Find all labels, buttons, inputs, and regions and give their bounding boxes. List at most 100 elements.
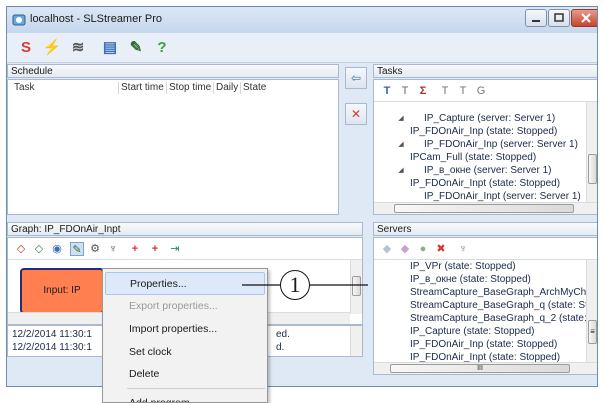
tree-item[interactable]: IP_FDOnAir_Inp (state: Stopped) <box>410 125 557 138</box>
tasks-header: Tasks <box>373 64 597 78</box>
antenna-icon[interactable]: ♆ <box>456 242 470 256</box>
maximize-button[interactable] <box>548 9 570 27</box>
text-g-icon[interactable]: T <box>438 84 452 98</box>
servers-panel: ◆ ◆ ● ✖ ♆ IP_VPr (state: Stopped) IP_в_о… <box>373 237 597 375</box>
menu-item-properties[interactable]: Properties... <box>105 272 265 295</box>
main-window: localhost - SLStreamer Pro S ⚡ ≋ ▤ ✎ ? S… <box>6 6 598 387</box>
column-divider <box>166 82 167 94</box>
tasks-vertical-scrollbar[interactable] <box>586 102 597 202</box>
server-item[interactable]: IP_FDOnAir_Inp (state: Stopped) <box>410 338 557 351</box>
context-menu: Properties... Export properties... Impor… <box>102 268 268 403</box>
delete-icon[interactable]: ✖ <box>434 242 448 256</box>
server-item[interactable]: StreamCapture_BaseGraph_ArchMyChanr <box>410 286 597 299</box>
scroll-thumb[interactable] <box>588 154 597 184</box>
column-divider <box>118 82 119 94</box>
servers-horizontal-scrollbar[interactable]: III <box>374 362 597 374</box>
wrench-icon[interactable]: ⚙ <box>88 242 102 256</box>
s-logo-icon[interactable]: S <box>15 37 37 59</box>
text-small-icon[interactable]: T <box>398 84 412 98</box>
move-left-button[interactable]: ⇦ <box>345 67 367 89</box>
log-time: 12/2/2014 11:30:1 <box>12 342 92 353</box>
tasks-panel: T T Σ T T G IP_Capture (server: Server 1… <box>373 79 597 215</box>
log-vertical-scrollbar[interactable] <box>350 326 362 356</box>
scroll-thumb[interactable]: ≡ <box>588 320 597 344</box>
menu-item-add-program[interactable]: Add program... <box>105 392 265 402</box>
close-button[interactable] <box>571 9 597 27</box>
window-title: localhost - SLStreamer Pro <box>30 13 163 25</box>
graph-node-input[interactable]: Input: IP <box>20 268 104 314</box>
diamond-icon[interactable]: ◇ <box>14 242 28 256</box>
lightning-icon[interactable]: ⚡ <box>41 37 63 59</box>
help-icon[interactable]: ? <box>151 37 173 59</box>
column-start-time[interactable]: Start time <box>121 82 164 93</box>
wave-icon[interactable]: ≋ <box>67 37 89 59</box>
maximize-icon <box>554 13 564 22</box>
servers-vertical-scrollbar[interactable]: ≡ <box>586 260 597 362</box>
diamond-green-icon[interactable]: ◇ <box>32 242 46 256</box>
column-daily[interactable]: Daily <box>216 82 238 93</box>
delete-schedule-button[interactable]: ✕ <box>345 103 367 125</box>
minimize-button[interactable] <box>525 9 547 27</box>
log-message: ed. <box>276 329 290 340</box>
server-item[interactable]: IP_Capture (state: Stopped) <box>410 325 535 338</box>
circle-icon[interactable]: ◉ <box>50 242 64 256</box>
sum-icon[interactable]: Σ <box>416 84 430 98</box>
column-divider <box>240 82 241 94</box>
circle-icon[interactable]: ● <box>416 242 430 256</box>
edit-icon[interactable]: ✎ <box>70 242 84 256</box>
antenna-icon[interactable]: ♆ <box>106 242 120 256</box>
text-x-icon[interactable]: T <box>456 84 470 98</box>
menu-item-import-properties[interactable]: Import properties... <box>105 318 265 341</box>
server-item[interactable]: IP_в_окне (state: Stopped) <box>410 273 531 286</box>
tree-item[interactable]: IP_Capture (server: Server 1) <box>424 112 555 125</box>
server-item[interactable]: StreamCapture_BaseGraph_q (state: Stop <box>410 299 597 312</box>
tree-item[interactable]: IP_FDOnAir_Inpt (state: Stopped) <box>410 177 560 190</box>
servers-toolbar: ◆ ◆ ● ✖ ♆ <box>374 238 597 260</box>
servers-header: Servers <box>373 222 597 236</box>
tasks-horizontal-scrollbar[interactable] <box>374 202 597 214</box>
graph-icon[interactable]: G <box>474 84 488 98</box>
menu-item-set-clock[interactable]: Set clock <box>105 341 265 364</box>
tree-expander-icon[interactable]: ◢ <box>396 167 406 175</box>
diamond-purple-icon[interactable]: ◆ <box>398 242 412 256</box>
connect-icon[interactable]: ⇥ <box>168 242 182 256</box>
scroll-thumb[interactable]: III <box>390 364 570 373</box>
graph-toolbar: ◇ ◇ ◉ ✎ ⚙ ♆ + + ⇥ <box>8 238 362 260</box>
tree-expander-icon[interactable]: ◢ <box>396 115 406 123</box>
server-item[interactable]: StreamCapture_BaseGraph_q_2 (state: Stc <box>410 312 597 325</box>
main-toolbar: S ⚡ ≋ ▤ ✎ ? <box>7 33 597 63</box>
tasks-toolbar: T T Σ T T G <box>374 80 597 102</box>
schedule-table[interactable]: Task Start time Stop time Daily State <box>7 79 339 215</box>
callout-number: 1 <box>280 270 310 300</box>
graph-vertical-scrollbar[interactable] <box>350 260 362 314</box>
minimize-icon <box>532 20 540 22</box>
tree-expander-icon[interactable]: ◢ <box>396 141 406 149</box>
tree-item[interactable]: IP_FDOnAir_Inp (server: Server 1) <box>424 138 578 151</box>
log-message: d. <box>276 342 285 353</box>
schedule-header: Schedule <box>7 64 339 78</box>
graph-header: Graph: IP_FDOnAir_Inpt <box>7 222 363 236</box>
x-icon: ✕ <box>350 107 362 121</box>
add-input-icon[interactable]: + <box>128 242 142 256</box>
app-icon <box>12 14 26 26</box>
monitor-icon[interactable]: ▤ <box>99 37 121 59</box>
server-item[interactable]: IP_VPr (state: Stopped) <box>410 260 516 273</box>
add-output-icon[interactable]: + <box>148 242 162 256</box>
column-stop-time[interactable]: Stop time <box>169 82 211 93</box>
column-state[interactable]: State <box>243 82 266 93</box>
diamond-icon[interactable]: ◆ <box>380 242 394 256</box>
tree-item[interactable]: IP_в_окне (server: Server 1) <box>424 164 551 177</box>
column-task[interactable]: Task <box>14 82 35 93</box>
tree-item[interactable]: IPCam_Full (state: Stopped) <box>410 151 536 164</box>
menu-item-export-properties[interactable]: Export properties... <box>105 295 265 318</box>
edit-icon[interactable]: ✎ <box>125 37 147 59</box>
close-icon <box>581 13 591 23</box>
scroll-thumb[interactable] <box>352 276 361 296</box>
text-icon[interactable]: T <box>380 84 394 98</box>
menu-item-delete[interactable]: Delete <box>105 363 265 386</box>
arrow-left-icon: ⇦ <box>350 71 362 85</box>
scroll-thumb[interactable] <box>394 204 574 213</box>
log-time: 12/2/2014 11:30:1 <box>12 329 92 340</box>
title-bar: localhost - SLStreamer Pro <box>7 7 597 33</box>
menu-separator <box>127 388 265 389</box>
